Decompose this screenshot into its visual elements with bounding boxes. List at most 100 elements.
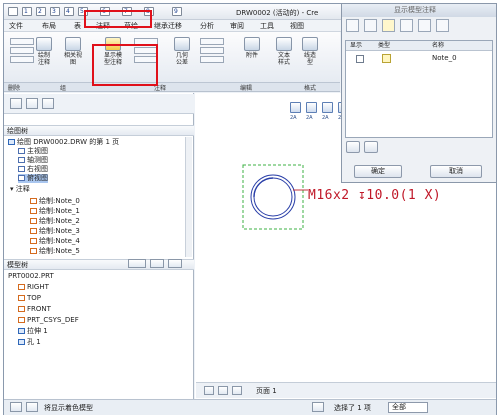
tree-note-item[interactable]: 绘制:Note_4 <box>30 237 80 246</box>
tree-note-item[interactable]: 绘制:Note_3 <box>30 227 80 236</box>
group-delete: 删除 <box>8 85 21 92</box>
quick-access-number: 2 <box>38 8 42 15</box>
draw-note-button[interactable]: 绘制 注释 <box>36 37 52 66</box>
smart-select-icon[interactable] <box>312 402 324 412</box>
related-view-button[interactable]: 相关视 图 <box>64 37 82 66</box>
model-item-label: 孔 1 <box>27 338 41 346</box>
app-logo-icon <box>8 7 18 16</box>
quick-access-number: 3 <box>52 8 56 15</box>
table-header: 显示 类型 名称 <box>346 41 492 51</box>
table-row[interactable]: Note_0 <box>346 53 492 65</box>
text-style-button[interactable]: 文本 样式 <box>276 37 292 66</box>
finish-tab-icon[interactable] <box>400 19 413 32</box>
model-tree-item[interactable]: 拉伸 1 <box>18 327 48 336</box>
annotations-node[interactable]: ▾ 注释 <box>10 185 30 194</box>
line-style-button[interactable]: 线造 型 <box>302 37 318 66</box>
drawing-tree-scrollbar[interactable] <box>185 137 192 257</box>
note-tab-icon[interactable] <box>382 19 395 32</box>
first-page-icon[interactable] <box>204 386 214 395</box>
show-checkbox[interactable] <box>356 55 364 63</box>
csys-icon <box>18 317 25 323</box>
drawing-root-label: 绘图 DRW0002.DRW 的第 1 页 <box>17 138 120 146</box>
column-show: 显示 <box>350 42 363 49</box>
model-item-label: FRONT <box>27 305 51 313</box>
column-name: 名称 <box>432 42 445 49</box>
view-label: 主视图 <box>27 147 48 155</box>
line-style-label: 线造 型 <box>303 52 316 66</box>
datum-plane-icon <box>18 284 25 290</box>
deselect-all-icon[interactable] <box>364 141 378 153</box>
note-label: 绘制:Note_1 <box>39 207 80 215</box>
menu-table[interactable]: 表 <box>74 21 81 31</box>
geometric-tolerance-button[interactable]: 几何 公差 <box>174 37 190 66</box>
zoom-out-icon[interactable] <box>322 102 333 113</box>
view-icon <box>18 157 25 163</box>
edit-small-icons[interactable] <box>200 36 230 72</box>
status-message-icon <box>10 402 22 412</box>
menu-tools[interactable]: 工具 <box>260 21 274 31</box>
tree-note-item[interactable]: 绘制:Note_5 <box>30 247 80 256</box>
zoom-in-icon[interactable] <box>306 102 317 113</box>
ok-button[interactable]: 确定 <box>354 165 402 178</box>
menu-file[interactable]: 文件 <box>9 21 23 31</box>
refit-icon[interactable] <box>290 102 301 113</box>
cancel-button[interactable]: 取消 <box>430 165 482 178</box>
menu-legacy-migration[interactable]: 继承迁移 <box>154 21 182 31</box>
model-tree-columns-icon[interactable] <box>168 259 182 268</box>
datum-tab-icon[interactable] <box>436 19 449 32</box>
favorites-icon[interactable] <box>42 98 54 109</box>
note-label: 绘制:Note_4 <box>39 237 80 245</box>
drawing-root[interactable]: 绘图 DRW0002.DRW 的第 1 页 <box>8 138 119 147</box>
model-tree-item[interactable]: FRONT <box>18 305 51 314</box>
page-navigation: 页面 1 <box>196 382 496 398</box>
model-tree-filter-icon[interactable] <box>150 259 164 268</box>
top-view-drawing[interactable] <box>238 160 308 234</box>
note-icon <box>30 208 37 214</box>
ribbon-group-bar: 删除 组 注释 编辑 格式 <box>4 83 340 92</box>
tree-view-item-selected[interactable]: 俯视图 <box>18 174 48 183</box>
model-tree-item[interactable]: RIGHT <box>18 283 49 292</box>
tree-view-item[interactable]: 主视图 <box>18 147 48 156</box>
attachment-button[interactable]: 附件 <box>244 37 260 59</box>
highlight-show-annotations <box>92 44 158 86</box>
add-page-icon[interactable] <box>232 386 242 395</box>
selection-filter[interactable]: 全部 <box>388 402 428 413</box>
navigator-toolbar <box>4 94 194 114</box>
model-tree-item[interactable]: PRT_CSYS_DEF <box>18 316 79 325</box>
dialog-title: 显示模型注释 <box>342 4 496 17</box>
view-label: 右视图 <box>27 165 48 173</box>
model-tree-settings-icon[interactable] <box>128 259 146 268</box>
note-icon <box>30 198 37 204</box>
model-tree-header[interactable]: 模型树 <box>4 259 194 270</box>
group-format: 格式 <box>304 85 317 92</box>
datum-plane-icon <box>18 295 25 301</box>
tree-view-item[interactable]: 轴测图 <box>18 156 48 165</box>
group-group: 组 <box>60 85 67 92</box>
tree-view-item[interactable]: 右视图 <box>18 165 48 174</box>
page-label[interactable]: 页面 1 <box>256 386 277 396</box>
tree-note-item[interactable]: 绘制:Note_1 <box>30 207 80 216</box>
tree-icon[interactable] <box>10 98 22 109</box>
folder-icon[interactable] <box>26 98 38 109</box>
tree-note-item[interactable]: 绘制:Note_0 <box>30 197 80 206</box>
select-all-icon[interactable] <box>346 141 360 153</box>
hole-annotation[interactable]: M16x2 ↧10.0(1 X) <box>308 188 441 203</box>
note-icon <box>30 238 37 244</box>
extrude-icon <box>18 328 25 334</box>
model-tree-item[interactable]: 孔 1 <box>18 338 41 347</box>
menu-analysis[interactable]: 分析 <box>200 21 214 31</box>
menu-layout[interactable]: 布局 <box>42 21 56 31</box>
drawing-tree-header[interactable]: 绘图树 <box>4 125 194 136</box>
menu-review[interactable]: 审阅 <box>230 21 244 31</box>
symbol-tab-icon[interactable] <box>418 19 431 32</box>
note-label: 绘制:Note_0 <box>39 197 80 205</box>
tree-note-item[interactable]: 绘制:Note_2 <box>30 217 80 226</box>
dimension-tab-icon[interactable] <box>346 19 359 32</box>
prev-page-icon[interactable] <box>218 386 228 395</box>
model-root[interactable]: PRT0002.PRT <box>8 272 54 281</box>
model-item-label: 拉伸 1 <box>27 327 48 335</box>
model-tree-item[interactable]: TOP <box>18 294 41 303</box>
view-toolbar-label: 2A <box>306 115 313 121</box>
menu-view[interactable]: 视图 <box>290 21 304 31</box>
tolerance-tab-icon[interactable] <box>364 19 377 32</box>
